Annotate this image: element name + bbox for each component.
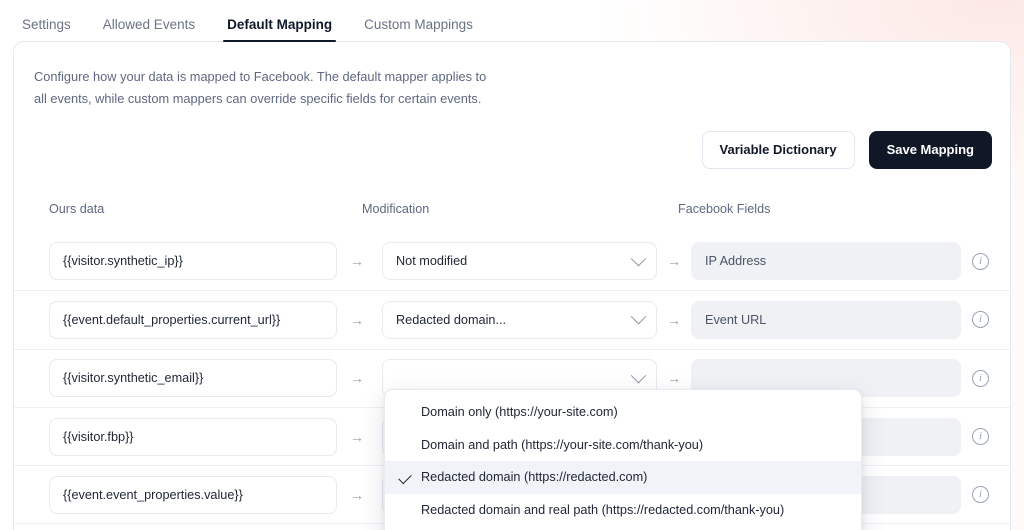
tab-allowed-events-label: Allowed Events [102,16,196,32]
modification-select-value: Not modified [396,254,468,269]
target-field[interactable]: IP Address [691,242,961,281]
chevron-down-icon [630,250,647,267]
tab-allowed-events[interactable]: Allowed Events [101,16,197,42]
dropdown-option-redacted-domain[interactable]: Redacted domain (https://redacted.com) [385,461,861,494]
arrow-right-icon: → [667,311,681,328]
info-icon[interactable]: i [972,252,989,270]
dropdown-option-domain-and-path[interactable]: Domain and path (https://your-site.com/t… [385,429,861,462]
table-row: {{visitor.synthetic_ip}} → Not modified … [14,232,1010,290]
info-icon[interactable]: i [972,428,989,446]
info-icon[interactable]: i [972,369,989,387]
save-mapping-button[interactable]: Save Mapping [868,131,992,169]
tab-bar: Settings Allowed Events Default Mapping … [0,0,1024,42]
tab-settings-label: Settings [22,16,71,32]
modification-select[interactable]: Redacted domain... [382,300,657,339]
dropdown-option-label: Domain and path (https://your-site.com/t… [421,437,704,452]
source-field[interactable]: {{event.event_properties.value}} [49,475,337,514]
arrow-right-icon: → [667,370,681,387]
target-field[interactable]: Event URL [691,300,961,339]
chevron-down-icon [630,367,647,384]
dropdown-option-label: Redacted domain (https://redacted.com) [421,470,648,485]
tab-default-mapping[interactable]: Default Mapping [223,16,337,42]
arrow-right-icon: → [667,253,681,270]
panel-description: Configure how your data is mapped to Fac… [34,66,486,110]
dropdown-option-domain-only[interactable]: Domain only (https://your-site.com) [385,396,861,429]
arrow-right-icon: → [350,311,364,328]
arrow-right-icon: → [350,370,364,387]
modification-dropdown-menu: Domain only (https://your-site.com) Doma… [384,389,862,530]
panel-description-line-2: all events, while custom mappers can ove… [34,91,482,106]
check-icon [398,470,412,484]
dropdown-option-full-url[interactable]: Full Url [385,526,861,530]
tab-custom-mappings-label: Custom Mappings [364,16,473,32]
info-icon[interactable]: i [972,311,989,329]
table-row: {{event.default_properties.current_url}}… [14,290,1010,348]
modification-select-value: Redacted domain... [396,312,507,327]
tab-custom-mappings[interactable]: Custom Mappings [362,16,475,42]
dropdown-option-label: Redacted domain and real path (https://r… [421,502,785,517]
modification-select[interactable]: Not modified [382,242,657,281]
arrow-right-icon: → [350,428,364,445]
panel-description-line-1: Configure how your data is mapped to Fac… [34,69,487,84]
arrow-right-icon: → [350,253,364,270]
arrow-right-icon: → [350,486,364,503]
chevron-down-icon [630,309,647,325]
column-header-source: Ours data [49,202,105,216]
tab-default-mapping-label: Default Mapping [227,16,333,32]
source-field[interactable]: {{event.default_properties.current_url}} [49,300,337,339]
table-header-row: Ours data Modification Facebook Fields [14,202,1010,232]
dropdown-option-label: Domain only (https://your-site.com) [421,405,618,420]
source-field[interactable]: {{visitor.synthetic_email}} [49,359,337,398]
panel-actions: Variable Dictionary Save Mapping [701,131,992,169]
source-field[interactable]: {{visitor.fbp}} [49,417,337,456]
tab-settings[interactable]: Settings [20,16,73,42]
column-header-modification: Modification [362,202,430,216]
dropdown-option-redacted-domain-real-path[interactable]: Redacted domain and real path (https://r… [385,494,861,527]
info-icon[interactable]: i [972,486,989,504]
variable-dictionary-button[interactable]: Variable Dictionary [701,131,855,169]
source-field[interactable]: {{visitor.synthetic_ip}} [49,242,337,281]
default-mapping-panel: Configure how your data is mapped to Fac… [13,41,1011,530]
column-header-target: Facebook Fields [678,202,771,216]
